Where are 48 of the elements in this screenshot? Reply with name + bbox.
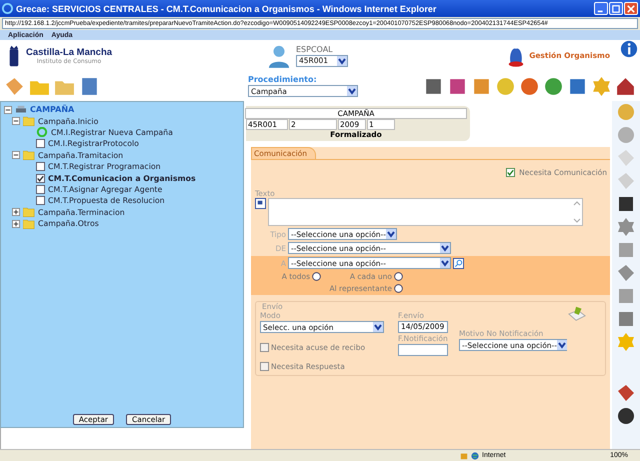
globe-icon (471, 452, 479, 460)
logo-title: Castilla-La Mancha (26, 46, 112, 58)
collapse-icon[interactable] (4, 106, 12, 114)
close-icon (627, 4, 635, 12)
editor-icon[interactable] (255, 198, 266, 209)
expand-icon[interactable] (12, 220, 20, 228)
procedure-label: Procedimiento: (248, 75, 318, 84)
refresh-icon (36, 127, 48, 138)
info-icon[interactable] (620, 40, 638, 58)
house-icon[interactable] (615, 76, 636, 96)
caret-icon (386, 229, 396, 239)
close-button[interactable] (624, 2, 638, 15)
browser-icon (2, 3, 13, 14)
window-title: Grecae: SERVICIOS CENTRALES - CM.T.Comunicacion a Organismos - Windows Internet Explorer (16, 4, 438, 14)
computer-icon (15, 104, 27, 115)
caret-icon (440, 243, 450, 253)
checkbox[interactable] (260, 343, 269, 352)
collapse-icon[interactable] (12, 117, 20, 126)
minimize-button[interactable] (594, 2, 608, 15)
caret-icon (337, 56, 347, 66)
caret-icon (556, 340, 567, 350)
checkbox[interactable] (506, 168, 516, 177)
checkbox[interactable] (36, 184, 45, 194)
expand-icon[interactable] (12, 208, 20, 216)
maximize-icon (612, 4, 620, 12)
checkbox[interactable] (36, 162, 45, 172)
collapse-icon[interactable] (12, 151, 20, 160)
envelope-icon[interactable] (567, 305, 587, 323)
checkbox[interactable] (36, 196, 45, 206)
user-icon (268, 44, 290, 68)
caret-icon (347, 86, 357, 96)
radio-button[interactable] (394, 284, 403, 293)
caret-icon (440, 258, 450, 268)
tree-root[interactable]: CAMPAÑA (30, 105, 74, 114)
folder-icon (23, 150, 35, 160)
user-name: ESPCOAL (296, 44, 334, 54)
radio-button[interactable] (394, 272, 403, 281)
checkbox[interactable] (36, 139, 45, 148)
folder-icon (23, 218, 35, 229)
radio-button[interactable] (312, 272, 321, 281)
date-field[interactable] (398, 344, 448, 356)
folder-icon (23, 207, 35, 218)
checkbox[interactable] (260, 362, 269, 371)
maximize-button[interactable] (609, 2, 623, 15)
caret-icon (373, 322, 383, 332)
checkbox[interactable] (36, 174, 45, 183)
folder-icon (23, 116, 35, 126)
scrollbar[interactable] (573, 200, 581, 224)
